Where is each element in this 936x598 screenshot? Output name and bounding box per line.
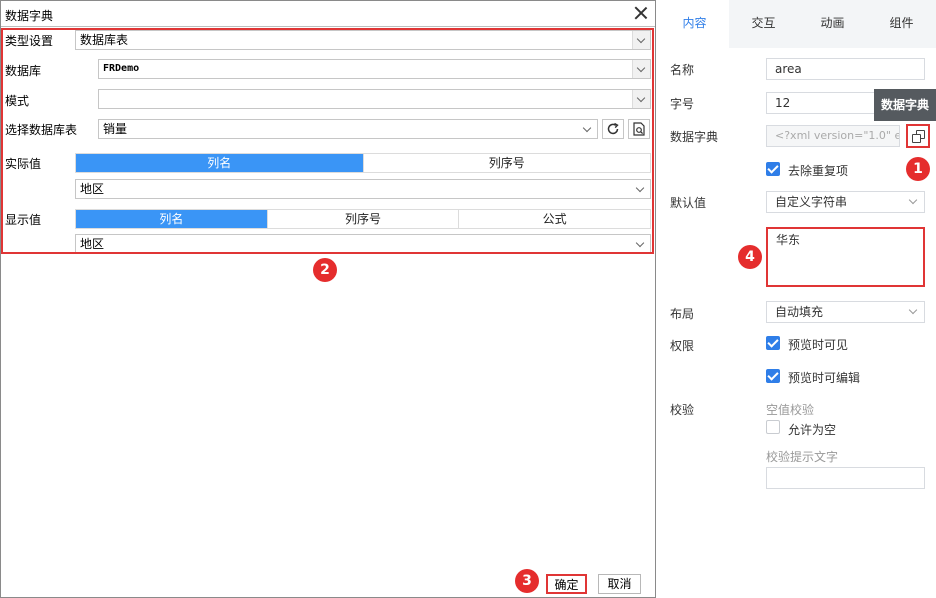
step-badge-3: 3: [515, 569, 539, 593]
panel-tabs: 内容 交互 动画 组件: [660, 0, 936, 48]
default-type-select[interactable]: 自定义字符串: [766, 191, 925, 213]
editable-label: 预览时可编辑: [788, 371, 861, 385]
chevron-down-icon: [908, 195, 918, 205]
tab-interaction[interactable]: 交互: [729, 0, 798, 48]
empty-check-title: 空值校验: [766, 403, 815, 417]
step-badge-1: 1: [906, 157, 930, 181]
visible-checkbox[interactable]: [766, 336, 780, 350]
copy-icon-front: [912, 134, 921, 143]
name-input[interactable]: area: [766, 58, 925, 80]
step-badge-2: 2: [313, 258, 337, 282]
data-dictionary-tooltip: 数据字典: [874, 89, 936, 121]
font-size-label: 字号: [670, 97, 695, 111]
chevron-down-icon: [908, 305, 918, 315]
permission-label: 权限: [670, 339, 695, 353]
hint-input[interactable]: [766, 467, 925, 489]
default-value-textarea[interactable]: 华东: [766, 227, 925, 287]
default-type-value: 自定义字符串: [775, 195, 848, 209]
data-dictionary-input: <?xml version="1.0" en: [766, 125, 900, 147]
tab-animation[interactable]: 动画: [798, 0, 867, 48]
hint-label: 校验提示文字: [766, 450, 839, 464]
tab-component[interactable]: 组件: [867, 0, 936, 48]
name-label: 名称: [670, 63, 695, 77]
close-icon[interactable]: [633, 5, 649, 21]
verify-label: 校验: [670, 403, 695, 417]
visible-label: 预览时可见: [788, 338, 849, 352]
tab-content[interactable]: 内容: [660, 0, 729, 48]
font-size-input[interactable]: 12: [766, 92, 876, 114]
config-highlight-box: [1, 28, 654, 254]
allow-empty-label: 允许为空: [788, 423, 837, 437]
layout-select-value: 自动填充: [775, 305, 824, 319]
layout-label: 布局: [670, 307, 695, 321]
data-dictionary-label: 数据字典: [670, 130, 719, 144]
editable-checkbox[interactable]: [766, 369, 780, 383]
dedupe-label: 去除重复项: [788, 164, 849, 178]
default-value-label: 默认值: [670, 196, 707, 210]
dialog-title: 数据字典: [5, 9, 54, 23]
step-badge-4: 4: [738, 245, 762, 269]
cancel-button[interactable]: 取消: [598, 574, 641, 594]
title-divider: [1, 26, 655, 27]
layout-select[interactable]: 自动填充: [766, 301, 925, 323]
allow-empty-checkbox[interactable]: [766, 420, 780, 434]
data-dictionary-button[interactable]: [906, 124, 930, 148]
dedupe-checkbox[interactable]: [766, 162, 780, 176]
ok-button[interactable]: 确定: [546, 574, 587, 594]
